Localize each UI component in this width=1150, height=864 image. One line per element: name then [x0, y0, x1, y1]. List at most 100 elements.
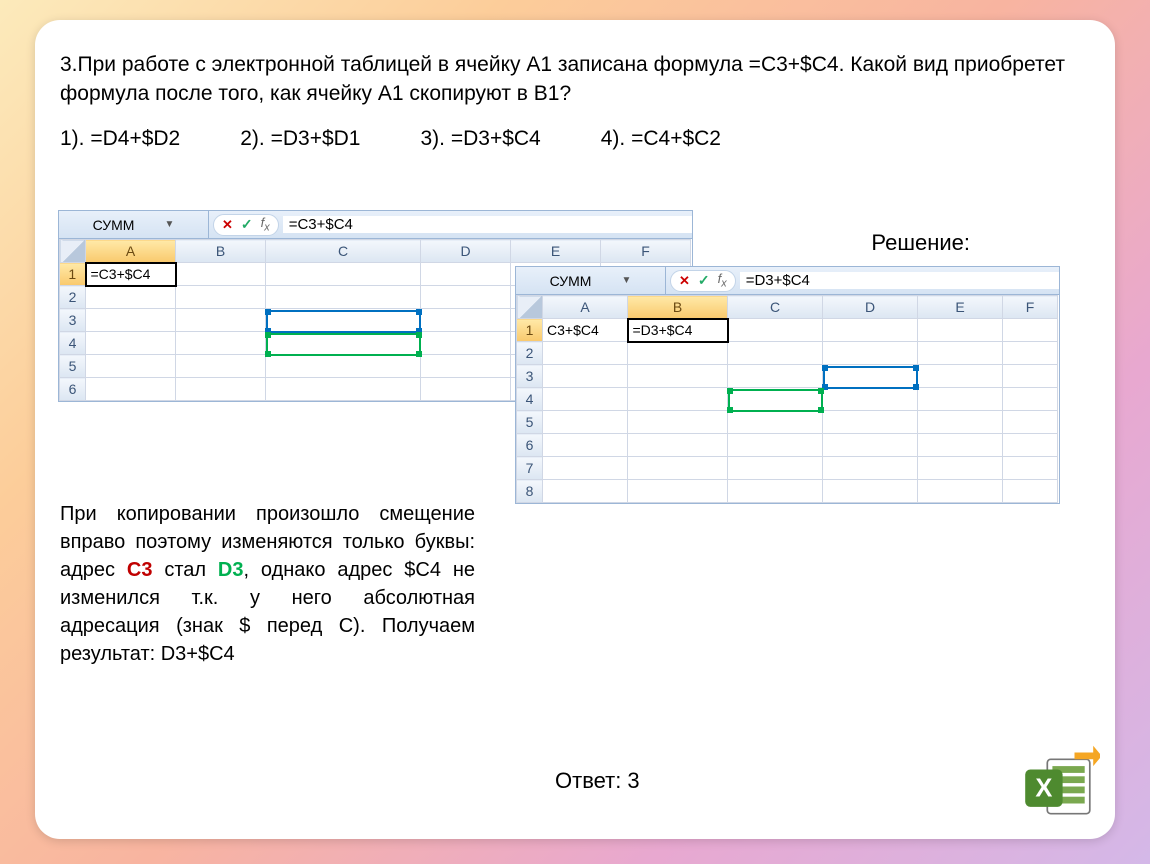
row-header-8[interactable]: 8	[517, 480, 543, 503]
row-header-6[interactable]: 6	[60, 378, 86, 401]
cell[interactable]	[421, 378, 511, 401]
cell[interactable]	[421, 332, 511, 355]
formula-input[interactable]: =C3+$C4	[283, 216, 692, 233]
cell[interactable]	[543, 457, 628, 480]
cell[interactable]	[918, 319, 1003, 342]
cell[interactable]	[918, 342, 1003, 365]
col-header-b[interactable]: B	[176, 240, 266, 263]
row-header-1[interactable]: 1	[60, 263, 86, 286]
cell[interactable]	[86, 309, 176, 332]
cell[interactable]	[266, 286, 421, 309]
cell[interactable]	[728, 480, 823, 503]
cell[interactable]	[628, 457, 728, 480]
cell-a1[interactable]: =C3+$C4	[86, 263, 176, 286]
cell[interactable]	[176, 355, 266, 378]
cell[interactable]	[176, 309, 266, 332]
cell[interactable]	[176, 286, 266, 309]
cell-b1[interactable]: =D3+$C4	[628, 319, 728, 342]
cell[interactable]	[823, 388, 918, 411]
cell[interactable]	[266, 263, 421, 286]
select-all-corner[interactable]	[517, 296, 543, 319]
confirm-icon[interactable]: ✓	[241, 216, 253, 233]
cell[interactable]	[918, 411, 1003, 434]
cell[interactable]	[421, 286, 511, 309]
cell[interactable]	[918, 457, 1003, 480]
row-header-4[interactable]: 4	[60, 332, 86, 355]
cell[interactable]	[823, 342, 918, 365]
cell[interactable]	[728, 434, 823, 457]
cell[interactable]	[86, 286, 176, 309]
cell[interactable]	[728, 365, 823, 388]
cell[interactable]	[86, 355, 176, 378]
row-header-4[interactable]: 4	[517, 388, 543, 411]
cell[interactable]	[728, 388, 823, 411]
cell[interactable]	[86, 378, 176, 401]
dropdown-icon[interactable]: ▼	[621, 275, 631, 286]
cell[interactable]	[266, 309, 421, 332]
cell[interactable]	[823, 480, 918, 503]
cell[interactable]	[543, 388, 628, 411]
row-header-5[interactable]: 5	[60, 355, 86, 378]
cell[interactable]	[823, 411, 918, 434]
col-header-f[interactable]: F	[1003, 296, 1058, 319]
cell[interactable]	[918, 434, 1003, 457]
cell[interactable]	[1003, 434, 1058, 457]
row-header-5[interactable]: 5	[517, 411, 543, 434]
cell[interactable]	[86, 332, 176, 355]
cell[interactable]	[628, 411, 728, 434]
cell[interactable]	[1003, 319, 1058, 342]
cell[interactable]	[823, 457, 918, 480]
cell[interactable]	[421, 263, 511, 286]
cell[interactable]	[728, 342, 823, 365]
fx-icon[interactable]: fx	[261, 215, 270, 234]
cell[interactable]	[823, 434, 918, 457]
cell[interactable]	[543, 434, 628, 457]
cell[interactable]	[176, 263, 266, 286]
cell[interactable]	[628, 480, 728, 503]
col-header-e[interactable]: E	[918, 296, 1003, 319]
cell[interactable]	[421, 355, 511, 378]
cell[interactable]	[421, 309, 511, 332]
cell[interactable]	[1003, 411, 1058, 434]
cell[interactable]	[176, 332, 266, 355]
cell[interactable]	[823, 319, 918, 342]
row-header-2[interactable]: 2	[517, 342, 543, 365]
cell[interactable]	[1003, 342, 1058, 365]
name-box[interactable]: СУММ ▼	[59, 211, 209, 238]
cell[interactable]	[1003, 365, 1058, 388]
col-header-c[interactable]: C	[266, 240, 421, 263]
col-header-d[interactable]: D	[421, 240, 511, 263]
row-header-6[interactable]: 6	[517, 434, 543, 457]
cell[interactable]	[823, 365, 918, 388]
confirm-icon[interactable]: ✓	[698, 272, 710, 289]
formula-input[interactable]: =D3+$C4	[740, 272, 1059, 289]
row-header-3[interactable]: 3	[60, 309, 86, 332]
spreadsheet-grid[interactable]: A B C D E F 1 C3+$C4 =D3+$C4 2 3 4 5 6 7…	[516, 295, 1058, 503]
cell[interactable]	[176, 378, 266, 401]
cell[interactable]	[628, 365, 728, 388]
cancel-icon[interactable]: ✕	[679, 273, 690, 289]
cell[interactable]	[266, 332, 421, 355]
cell[interactable]	[628, 434, 728, 457]
cell[interactable]	[918, 388, 1003, 411]
cell[interactable]	[1003, 480, 1058, 503]
select-all-corner[interactable]	[60, 240, 86, 263]
row-header-7[interactable]: 7	[517, 457, 543, 480]
dropdown-icon[interactable]: ▼	[164, 219, 174, 230]
col-header-b[interactable]: B	[628, 296, 728, 319]
row-header-2[interactable]: 2	[60, 286, 86, 309]
row-header-3[interactable]: 3	[517, 365, 543, 388]
col-header-a[interactable]: A	[543, 296, 628, 319]
cell[interactable]	[266, 378, 421, 401]
cell[interactable]	[543, 342, 628, 365]
cell[interactable]	[918, 480, 1003, 503]
cell[interactable]	[543, 411, 628, 434]
cell[interactable]	[628, 342, 728, 365]
col-header-a[interactable]: A	[86, 240, 176, 263]
col-header-f[interactable]: F	[601, 240, 691, 263]
row-header-1[interactable]: 1	[517, 319, 543, 342]
cell[interactable]	[728, 319, 823, 342]
cell[interactable]	[543, 365, 628, 388]
name-box[interactable]: СУММ ▼	[516, 267, 666, 294]
cell[interactable]	[628, 388, 728, 411]
